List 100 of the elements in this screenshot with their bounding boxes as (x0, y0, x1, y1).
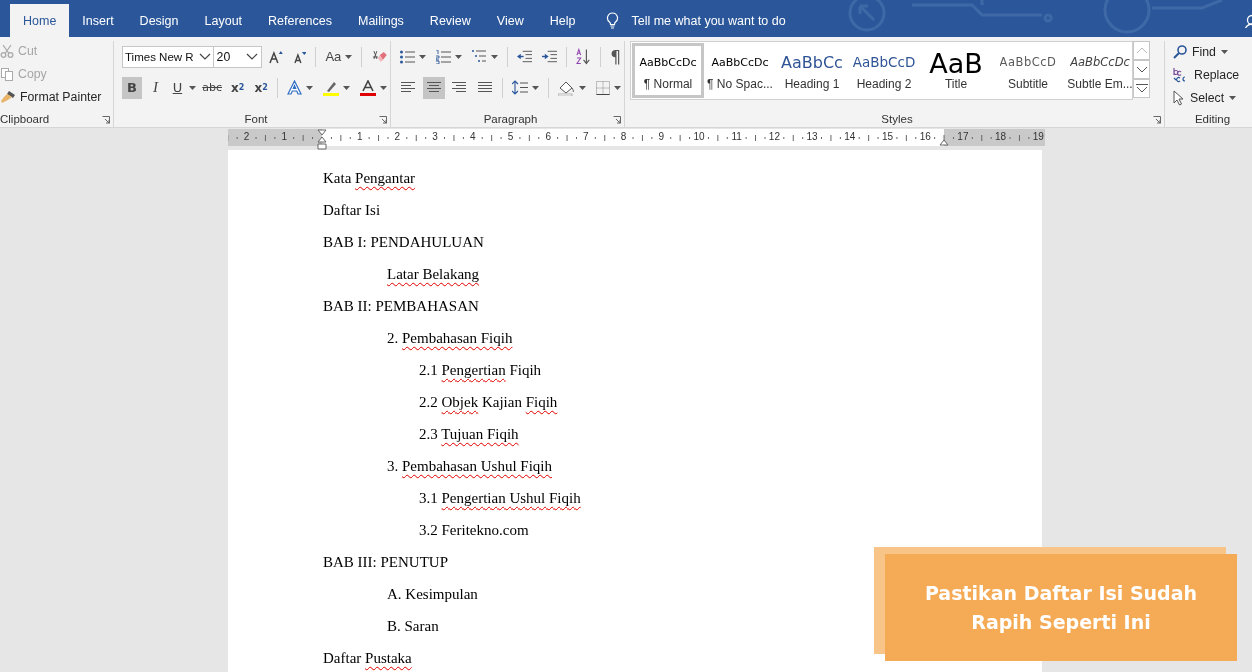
align-icon (400, 82, 415, 93)
ruler-number: 5 (506, 131, 515, 142)
superscript-button[interactable]: x$^{2}$ (251, 76, 272, 99)
document-line: 2. Pembahasan Fiqih (387, 329, 513, 348)
ruler-number: 4 (469, 131, 477, 142)
document-line: B. Saran (387, 617, 439, 636)
editing-button[interactable]: Find (1173, 42, 1252, 62)
ribbon-tab[interactable]: Design (126, 4, 192, 37)
user-icon[interactable] (1243, 12, 1252, 28)
style-option[interactable]: AaBbCc Heading 1 (776, 43, 848, 98)
clipboard-button[interactable]: Format Painter (0, 88, 113, 106)
multilevel-list-icon (472, 49, 487, 64)
document-line: 3.2 Feritekno.com (419, 521, 529, 540)
indent-marker-icon[interactable] (317, 129, 327, 151)
bold-button[interactable]: B (122, 76, 142, 99)
style-option[interactable]: AaBbCcDc Subtle Em... (1064, 43, 1132, 98)
font-name-field[interactable]: Times New R (122, 45, 214, 68)
ruler-number: 18 (994, 131, 1007, 142)
ruler-number: 19 (1032, 131, 1045, 142)
more-styles-button[interactable] (1133, 79, 1150, 98)
chevron-up-icon (1135, 47, 1148, 54)
caret-icon (306, 85, 313, 90)
style-option[interactable]: AaBbCcDc ¶ Normal (632, 43, 704, 98)
ribbon-tab[interactable]: Home (10, 4, 70, 37)
dialog-launcher-icon[interactable] (102, 116, 110, 124)
group-label: Styles (881, 113, 913, 125)
underline-button[interactable]: U (169, 76, 186, 99)
expand-icon (1135, 84, 1148, 93)
decrease-indent-icon[interactable] (516, 50, 533, 63)
style-option[interactable]: AaBbCcDc ¶ No Spac... (704, 43, 776, 98)
line-spacing-icon (512, 80, 528, 95)
style-option[interactable]: AaBbCcD Subtitle (992, 43, 1064, 98)
document-line: 3. Pembahasan Ushul Fiqih (387, 457, 552, 476)
lightbulb-icon (606, 12, 620, 29)
show-formatting-marks-button[interactable]: ¶ (607, 45, 624, 68)
align-icon (426, 82, 441, 93)
center-button[interactable] (422, 76, 445, 99)
document-line: BAB I: PENDAHULUAN (323, 233, 484, 252)
document-line: Daftar Pustaka (323, 649, 412, 668)
ruler-number: 13 (806, 131, 819, 142)
group-label: Font (244, 113, 268, 125)
caret-icon (455, 54, 462, 59)
font-size-field[interactable]: 20 (212, 45, 262, 68)
dialog-launcher-icon[interactable] (613, 116, 621, 124)
cursor-icon (1173, 90, 1185, 106)
ruler-number: 6 (544, 131, 552, 142)
ribbon-tab[interactable]: Help (536, 4, 589, 37)
increase-indent-icon[interactable] (542, 50, 558, 63)
scroll-down-button[interactable] (1133, 60, 1150, 79)
ruler-number: 10 (693, 131, 705, 142)
shrink-font-icon[interactable] (292, 49, 307, 64)
ribbon-tab[interactable]: View (483, 4, 537, 37)
document-line: 2.2 Objek Kajian Fiqih (419, 393, 558, 412)
document-line: 2.3 Tujuan Fiqih (419, 425, 519, 444)
change-case-button[interactable]: Aa (322, 45, 356, 68)
caret-icon (345, 54, 353, 59)
document-line: BAB III: PENUTUP (323, 553, 448, 572)
caret-icon (491, 54, 498, 59)
group-label: Clipboard (0, 113, 50, 125)
ribbon-tab[interactable]: References (255, 4, 345, 37)
paintbrush-icon (0, 90, 16, 104)
align-icon (452, 82, 467, 93)
italic-button[interactable]: I (145, 76, 166, 99)
caret-icon (380, 85, 387, 90)
ruler-number: 15 (881, 131, 894, 142)
numbered-list-icon (436, 49, 451, 64)
ruler-number: 3 (431, 131, 439, 142)
editing-button[interactable]: Replace (1173, 65, 1252, 85)
style-option[interactable]: AaB Title (920, 43, 992, 98)
document-line: Kata Pengantar (323, 169, 416, 188)
search-icon (1173, 45, 1187, 59)
tell-me-search[interactable]: Tell me what you want to do (631, 13, 786, 28)
editing-button[interactable]: Select (1173, 88, 1252, 108)
align-icon (478, 82, 493, 93)
document-line: 3.1 Pengertian Ushul Fiqih (419, 489, 581, 508)
ruler-number: 2 (393, 131, 402, 142)
strikethrough-button[interactable]: abc (200, 76, 224, 99)
ruler-number: 12 (768, 131, 781, 142)
paint-bucket-icon (557, 79, 575, 96)
ruler-number: 14 (843, 131, 856, 142)
font-color-icon (360, 79, 376, 96)
style-option[interactable]: AaBbCcD Heading 2 (848, 43, 920, 98)
ribbon-tab[interactable]: Insert (69, 4, 127, 37)
dialog-launcher-icon[interactable] (379, 116, 387, 124)
dialog-launcher-icon[interactable] (1153, 116, 1161, 124)
document-line: BAB II: PEMBAHASAN (323, 297, 479, 316)
ribbon-tab[interactable]: Mailings (345, 4, 417, 37)
grow-font-icon[interactable] (268, 49, 283, 64)
caret-icon (578, 85, 586, 90)
ruler-number: 16 (919, 131, 932, 142)
ribbon-tab[interactable]: Review (416, 4, 484, 37)
ruler-number: 1 (355, 131, 364, 142)
group-label: Paragraph (483, 113, 538, 125)
ruler-number: 11 (730, 131, 743, 142)
borders-icon (595, 80, 610, 95)
ribbon-tab[interactable]: Layout (191, 4, 256, 37)
caret-icon (343, 85, 350, 90)
ruler-number: 2 (242, 131, 251, 142)
sort-icon[interactable] (576, 48, 592, 65)
indent-marker-icon[interactable] (939, 139, 950, 146)
